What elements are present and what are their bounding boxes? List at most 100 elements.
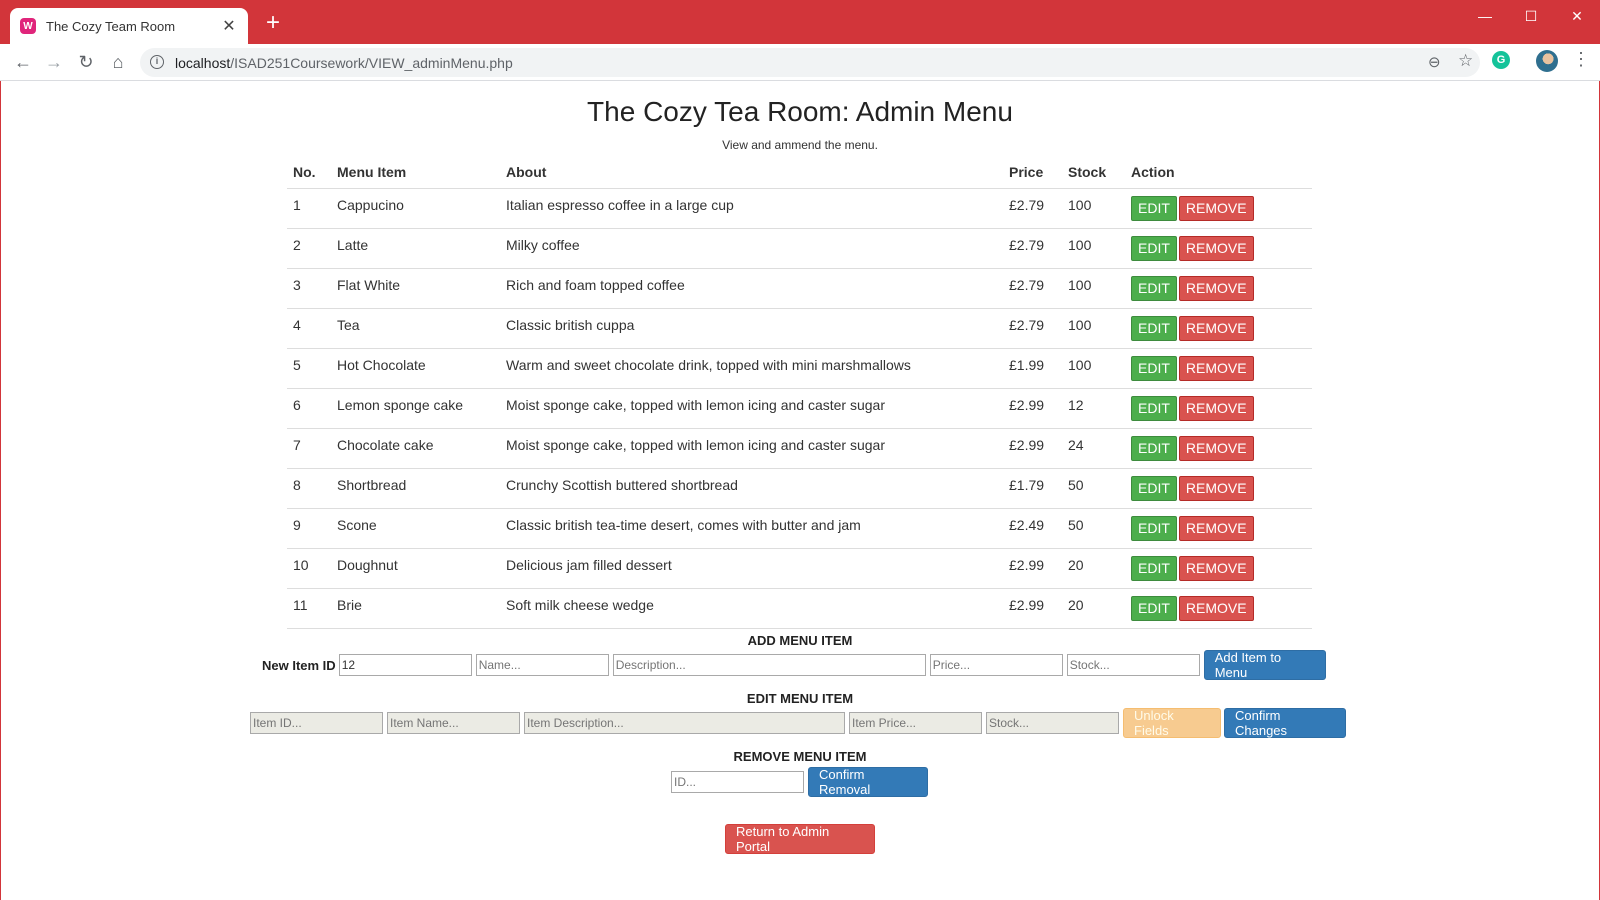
edit-item-name-field[interactable] bbox=[387, 712, 520, 734]
cell-about-text: Delicious jam filled dessert bbox=[506, 557, 672, 573]
edit-item-price-field[interactable] bbox=[849, 712, 982, 734]
address-bar[interactable]: i localhost/ISAD251Coursework/VIEW_admin… bbox=[140, 48, 1480, 77]
cell-price: £2.79 bbox=[1003, 228, 1062, 269]
new-item-description-field[interactable] bbox=[612, 654, 926, 676]
cell-stock-text: 100 bbox=[1068, 317, 1092, 333]
cell-action: EDIT REMOVE bbox=[1125, 588, 1312, 629]
cell-menu-item: Cappucino bbox=[331, 188, 500, 229]
page-title: The Cozy Tea Room: Admin Menu bbox=[587, 96, 1013, 127]
edit-button[interactable]: EDIT bbox=[1131, 315, 1177, 341]
new-item-name-field[interactable] bbox=[475, 654, 609, 676]
page-subtitle: View and ammend the menu. bbox=[722, 138, 878, 152]
cell-about: Soft milk cheese wedge bbox=[500, 588, 1003, 629]
cell-menu-item-text: Brie bbox=[337, 597, 362, 613]
unlock-fields-button[interactable]: Unlock Fields bbox=[1123, 708, 1221, 738]
return-admin-portal-button[interactable]: Return to Admin Portal bbox=[725, 824, 875, 854]
avatar[interactable] bbox=[1536, 50, 1558, 72]
close-window-icon[interactable]: ✕ bbox=[1554, 0, 1600, 32]
url-text: localhost/ISAD251Coursework/VIEW_adminMe… bbox=[175, 55, 513, 71]
header-about: About bbox=[500, 156, 1003, 189]
reload-icon[interactable]: ↻ bbox=[74, 50, 98, 74]
edit-button[interactable]: EDIT bbox=[1131, 515, 1177, 541]
edit-item-stock-field[interactable] bbox=[986, 712, 1119, 734]
table-row: 4 Tea Classic british cuppa £2.79 100 EDIT REM… bbox=[287, 308, 1312, 349]
edit-item-id-field[interactable] bbox=[250, 712, 383, 734]
star-icon[interactable]: ☆ bbox=[1458, 51, 1473, 71]
edit-button[interactable]: EDIT bbox=[1131, 355, 1177, 381]
cell-no-text: 6 bbox=[293, 397, 301, 413]
edit-button[interactable]: EDIT bbox=[1131, 475, 1177, 501]
add-item-title: ADD MENU ITEM bbox=[747, 633, 853, 648]
header-action: Action bbox=[1125, 156, 1312, 189]
cell-menu-item-text: Tea bbox=[337, 317, 360, 333]
close-tab-icon[interactable]: ✕ bbox=[220, 16, 238, 36]
edit-button[interactable]: EDIT bbox=[1131, 235, 1177, 261]
confirm-changes-button[interactable]: Confirm Changes bbox=[1224, 708, 1346, 738]
new-item-stock-field[interactable] bbox=[1066, 654, 1200, 676]
new-item-id-label: New Item ID bbox=[262, 657, 336, 673]
zoom-icon[interactable]: ⊖ bbox=[1428, 53, 1441, 71]
remove-button[interactable]: REMOVE bbox=[1178, 195, 1254, 221]
cell-action: EDIT REMOVE bbox=[1125, 348, 1312, 389]
maximize-icon[interactable]: ☐ bbox=[1508, 0, 1554, 32]
cell-no: 3 bbox=[287, 268, 331, 309]
cell-stock: 100 bbox=[1062, 308, 1125, 349]
cell-price-text: £2.99 bbox=[1009, 557, 1045, 573]
new-tab-button[interactable]: + bbox=[262, 11, 284, 35]
cell-about: Rich and foam topped coffee bbox=[500, 268, 1003, 309]
table-header-row: No. Menu Item About Price Stock Action bbox=[287, 156, 1312, 189]
table-row: 9 Scone Classic british tea-time desert, c… bbox=[287, 508, 1312, 549]
cell-stock: 100 bbox=[1062, 268, 1125, 309]
extension-icon[interactable]: G bbox=[1492, 51, 1510, 69]
edit-button[interactable]: EDIT bbox=[1131, 195, 1177, 221]
remove-item-id-field[interactable] bbox=[671, 771, 804, 793]
new-item-id-field[interactable] bbox=[338, 654, 472, 676]
forward-icon[interactable]: → bbox=[42, 50, 66, 74]
cell-no-text: 2 bbox=[293, 237, 301, 253]
header-menu-item: Menu Item bbox=[331, 156, 500, 189]
cell-no: 6 bbox=[287, 388, 331, 429]
edit-button[interactable]: EDIT bbox=[1131, 435, 1177, 461]
cell-price-text: £2.49 bbox=[1009, 517, 1045, 533]
remove-button[interactable]: REMOVE bbox=[1178, 235, 1254, 261]
remove-button[interactable]: REMOVE bbox=[1178, 555, 1254, 581]
cell-about: Delicious jam filled dessert bbox=[500, 548, 1003, 589]
confirm-removal-button[interactable]: Confirm Removal bbox=[808, 767, 928, 797]
cell-no-text: 3 bbox=[293, 277, 301, 293]
cell-price-text: £1.99 bbox=[1009, 357, 1045, 373]
remove-button[interactable]: REMOVE bbox=[1178, 395, 1254, 421]
back-icon[interactable]: ← bbox=[11, 50, 35, 74]
browser-tab[interactable]: W The Cozy Team Room ✕ bbox=[10, 8, 248, 44]
cell-price-text: £2.79 bbox=[1009, 277, 1045, 293]
cell-price-text: £2.99 bbox=[1009, 397, 1045, 413]
minimize-icon[interactable]: — bbox=[1462, 0, 1508, 32]
edit-button[interactable]: EDIT bbox=[1131, 555, 1177, 581]
cell-stock: 12 bbox=[1062, 388, 1125, 429]
info-icon[interactable]: i bbox=[150, 55, 164, 69]
cell-price-text: £2.79 bbox=[1009, 237, 1045, 253]
menu-table: No. Menu Item About Price Stock Action 1… bbox=[287, 156, 1312, 629]
cell-no: 9 bbox=[287, 508, 331, 549]
header-no: No. bbox=[287, 156, 331, 189]
table-row: 3 Flat White Rich and foam topped coffee £2… bbox=[287, 268, 1312, 309]
edit-button[interactable]: EDIT bbox=[1131, 595, 1177, 621]
new-item-price-field[interactable] bbox=[929, 654, 1063, 676]
remove-button[interactable]: REMOVE bbox=[1178, 355, 1254, 381]
remove-button[interactable]: REMOVE bbox=[1178, 435, 1254, 461]
remove-button[interactable]: REMOVE bbox=[1178, 515, 1254, 541]
remove-button[interactable]: REMOVE bbox=[1178, 275, 1254, 301]
edit-button[interactable]: EDIT bbox=[1131, 395, 1177, 421]
remove-button[interactable]: REMOVE bbox=[1178, 475, 1254, 501]
add-item-button[interactable]: Add Item to Menu bbox=[1203, 650, 1326, 680]
edit-button[interactable]: EDIT bbox=[1131, 275, 1177, 301]
menu-icon[interactable]: ⋮ bbox=[1572, 49, 1590, 70]
remove-button[interactable]: REMOVE bbox=[1178, 595, 1254, 621]
table-row: 7 Chocolate cake Moist sponge cake, topped… bbox=[287, 428, 1312, 469]
tab-title: The Cozy Team Room bbox=[46, 18, 176, 34]
cell-stock: 100 bbox=[1062, 228, 1125, 269]
edit-item-description-field[interactable] bbox=[524, 712, 845, 734]
remove-button[interactable]: REMOVE bbox=[1178, 315, 1254, 341]
home-icon[interactable]: ⌂ bbox=[106, 50, 130, 74]
cell-no-text: 8 bbox=[293, 477, 301, 493]
cell-no: 7 bbox=[287, 428, 331, 469]
